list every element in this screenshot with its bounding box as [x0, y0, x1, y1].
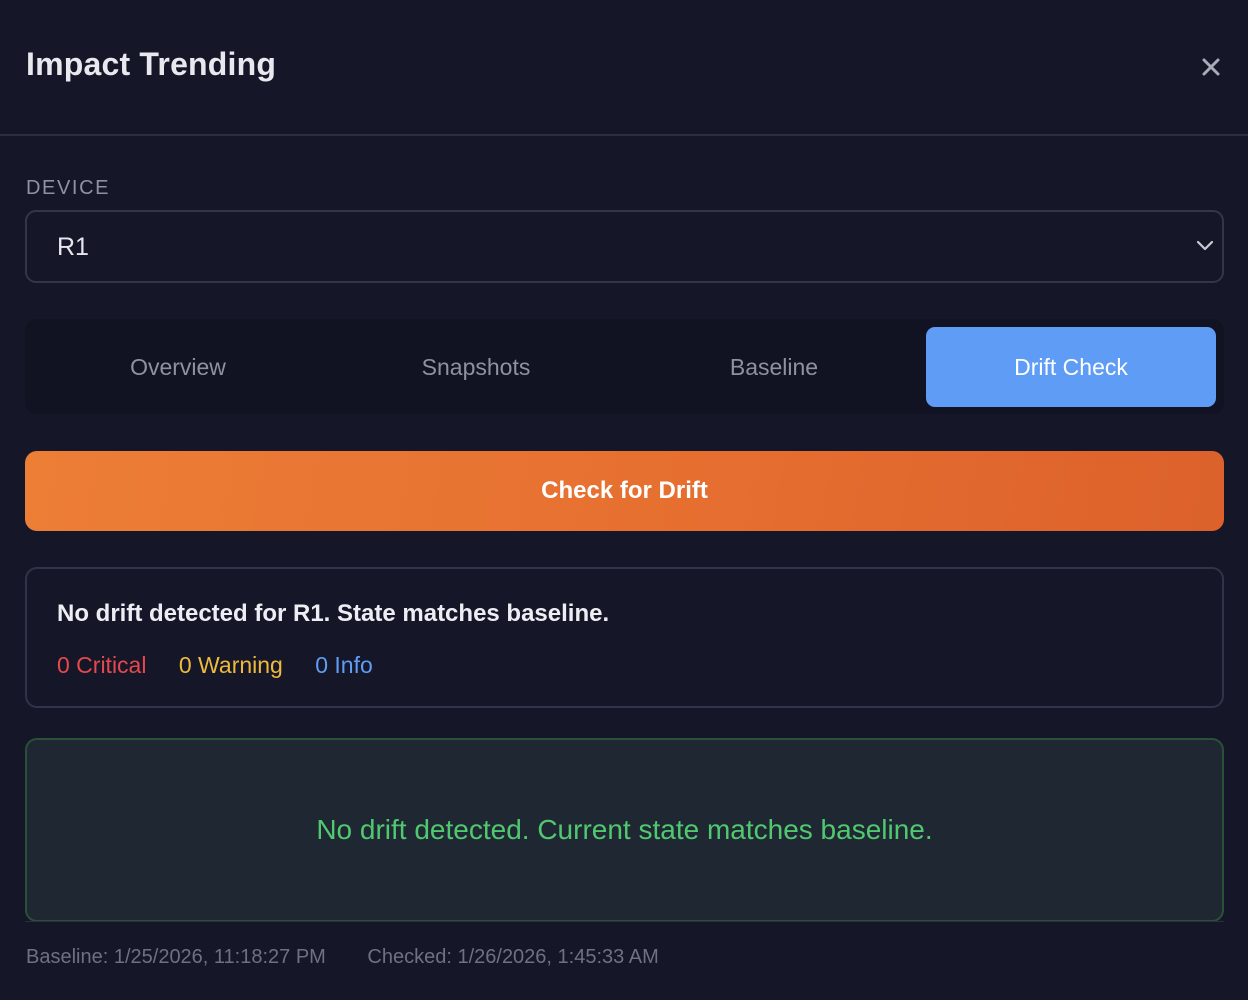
critical-count: 0 Critical	[57, 652, 147, 678]
severity-counts: 0 Critical 0 Warning 0 Info	[57, 652, 399, 679]
tab-drift-check[interactable]: Drift Check	[926, 327, 1216, 407]
info-count: 0 Info	[315, 652, 373, 678]
checked-timestamp: Checked: 1/26/2026, 1:45:33 AM	[367, 946, 659, 968]
warning-count: 0 Warning	[178, 652, 283, 678]
no-drift-panel: No drift detected. Current state matches…	[25, 738, 1224, 922]
dialog-title: Impact Trending	[26, 46, 277, 82]
tab-snapshots[interactable]: Snapshots	[331, 327, 621, 407]
close-button[interactable]	[1194, 50, 1228, 84]
device-label: DEVICE	[26, 177, 111, 199]
device-select[interactable]: R1	[25, 210, 1224, 283]
drift-footer: Baseline: 1/25/2026, 11:18:27 PM Checked…	[26, 946, 659, 969]
footer-divider	[25, 921, 1224, 922]
drift-summary-card: No drift detected for R1. State matches …	[25, 567, 1224, 708]
close-icon	[1202, 58, 1220, 76]
impact-trending-dialog: Impact Trending DEVICE R1 Overview Snaps…	[0, 0, 1248, 1000]
tab-baseline[interactable]: Baseline	[629, 327, 919, 407]
tab-bar: Overview Snapshots Baseline Drift Check	[25, 319, 1224, 414]
chevron-down-icon	[1196, 240, 1214, 251]
no-drift-message: No drift detected. Current state matches…	[316, 814, 933, 845]
dialog-header: Impact Trending	[0, 0, 1248, 136]
check-for-drift-button[interactable]: Check for Drift	[25, 451, 1224, 531]
baseline-timestamp: Baseline: 1/25/2026, 11:18:27 PM	[26, 946, 326, 968]
device-select-value: R1	[57, 233, 89, 261]
drift-summary-message: No drift detected for R1. State matches …	[57, 600, 610, 627]
tab-overview[interactable]: Overview	[33, 327, 323, 407]
